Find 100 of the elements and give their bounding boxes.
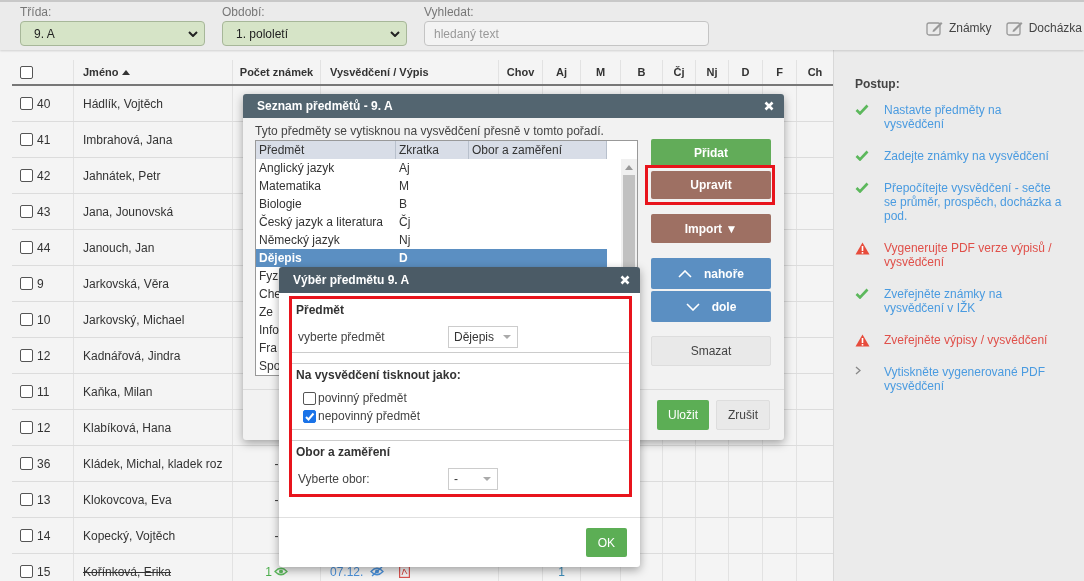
student-name: Kadnářová, Jindra [73,338,232,373]
column-header[interactable]: Aj [542,60,580,84]
student-name: Jarkovský, Michael [73,302,232,337]
scroll-up-icon [625,165,633,170]
column-header[interactable]: Chov [498,60,542,84]
subject-row[interactable]: Německý jazyk Nj [256,231,607,249]
student-number: 12 [37,348,51,363]
row-checkbox[interactable] [20,205,33,218]
close-button[interactable] [764,101,774,111]
student-name: Jarkovská, Věra [73,266,232,301]
subject-row[interactable]: Matematika M [256,177,607,195]
toolbar-button[interactable]: Docházka [1003,20,1084,36]
subject-abbreviation: M [398,179,409,193]
dialog-button[interactable]: Smazat [651,336,771,366]
column-header[interactable]: B [620,60,662,84]
row-checkbox[interactable] [20,133,33,146]
row-checkbox[interactable] [20,97,33,110]
row-checkbox[interactable] [20,313,33,326]
column-header[interactable]: M [580,60,620,84]
student-name: Kopecký, Vojtěch [73,518,232,553]
column-header[interactable]: D [728,60,762,84]
grade-count: - [274,528,279,543]
caret-icon [188,30,198,37]
panel-title: Postup: [855,77,901,91]
row-checkbox[interactable] [20,421,33,434]
student-number: 11 [37,384,50,399]
student-number: 9 [37,276,44,291]
subject-name: Český jazyk a literatura [258,215,384,229]
row-checkbox[interactable] [20,277,33,290]
filter-select[interactable]: 9. A [20,21,205,46]
chevron-down-icon [685,302,700,311]
edit-icon [925,20,943,36]
list-column-header[interactable]: Obor a zaměření [469,141,607,159]
row-checkbox[interactable] [20,349,33,362]
subject-name: Anglický jazyk [258,161,335,175]
dialog-description: Tyto předměty se vytisknou na vysvědčení přesně v tomto pořadí. [255,124,605,138]
field-label: Vyberte obor: [297,472,371,486]
dialog-title: Výběr předmětu 9. A [293,273,410,287]
cancel-button[interactable]: Zrušit [716,400,770,430]
student-name: Kaňka, Milan [73,374,232,409]
student-number: 15 [37,564,51,579]
row-checkbox[interactable] [20,493,33,506]
field-label: vyberte předmět [297,330,386,344]
column-header[interactable]: Nj [695,60,728,84]
caret-icon [482,476,492,482]
column-header[interactable]: Vysvědčení / Výpis [320,60,498,84]
row-checkbox[interactable] [20,565,33,578]
subject-abbreviation: Čj [398,215,411,229]
toolbar-button[interactable]: Známky [923,20,994,36]
student-number: 41 [37,132,51,147]
student-number: 12 [37,420,51,435]
filter-select[interactable]: 1. pololetí [222,21,407,46]
select-all-checkbox[interactable] [20,65,33,79]
checkbox-label: povinný předmět [318,391,407,405]
subject-name: Biologie [258,197,302,211]
subject-row[interactable]: Biologie B [256,195,607,213]
eye-icon [273,567,288,576]
dialog-button[interactable]: Import ▼ [651,214,771,243]
student-name: Janouch, Jan [73,230,232,265]
list-column-header[interactable]: Zkratka [396,141,469,159]
column-header[interactable]: Počet známek [232,60,320,84]
search-label: Vyhledat: [424,4,474,21]
row-checkbox[interactable] [20,529,33,542]
checkbox[interactable] [303,391,316,405]
grade-count: 1 [265,564,272,579]
column-header[interactable]: F [762,60,796,84]
checkbox[interactable] [303,409,316,423]
student-number: 36 [37,456,51,471]
row-checkbox[interactable] [20,385,33,398]
section-heading: Obor a zaměření [296,444,392,460]
dropdown[interactable]: - [448,468,498,490]
dialog-button[interactable]: Upravit [651,171,771,199]
close-button[interactable] [620,275,630,285]
checkbox-label: nepovinný předmět [318,409,421,423]
subject-row[interactable]: Český jazyk a literatura Čj [256,213,607,231]
row-checkbox[interactable] [20,241,33,254]
student-name: Hádlík, Vojtěch [73,86,232,121]
grade-count: - [274,492,279,507]
dropdown[interactable]: Dějepis [448,326,519,348]
student-number: 13 [37,492,51,507]
column-header[interactable]: Jméno [73,60,232,84]
grade-value: 1 [558,564,565,579]
row-checkbox[interactable] [20,457,33,470]
row-checkbox[interactable] [20,169,33,182]
column-header[interactable]: Čj [662,60,695,84]
subject-name: Fra [258,341,277,355]
student-name: Jana, Jounovská [73,194,232,229]
student-number: 42 [37,168,51,183]
list-column-header[interactable]: Předmět [256,141,396,159]
student-number: 14 [37,528,51,543]
subject-abbreviation: Nj [398,233,411,247]
student-name: Klokovcova, Eva [73,482,232,517]
section-heading: Předmět [296,302,346,318]
subject-abbreviation: D [398,251,408,265]
student-name: Kládek, Michal, kladek roz [73,446,232,481]
subject-row[interactable]: Anglický jazyk Aj [256,159,607,177]
grade-count: - [274,456,279,471]
dialog-title: Seznam předmětů - 9. A [257,99,393,113]
search-field[interactable]: hledaný text [424,21,709,46]
report-date: 07.12. [330,564,364,579]
